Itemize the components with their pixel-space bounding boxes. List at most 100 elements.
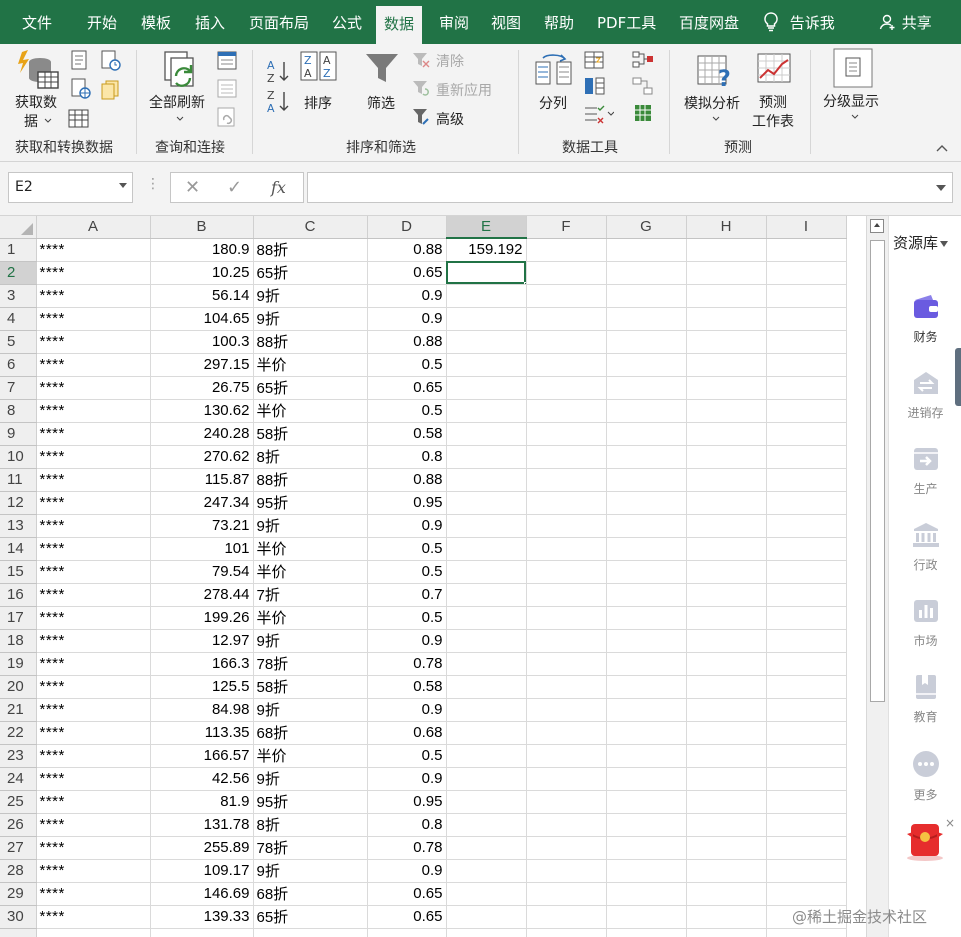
cell[interactable]	[150, 928, 254, 937]
vertical-scrollbar[interactable]	[866, 216, 888, 937]
relationships-icon[interactable]	[632, 76, 654, 96]
cell-d[interactable]: 0.5	[367, 560, 447, 584]
cell-h[interactable]	[686, 238, 767, 262]
cell-b[interactable]: 10.25	[150, 261, 254, 285]
cell-b[interactable]: 79.54	[150, 560, 254, 584]
cell-c[interactable]: 88折	[253, 468, 368, 492]
cell-d[interactable]: 0.95	[367, 790, 447, 814]
collapse-ribbon-icon[interactable]	[935, 142, 949, 156]
cell-g[interactable]	[606, 399, 687, 423]
cell-d[interactable]: 0.9	[367, 767, 447, 791]
cell-a[interactable]: ****	[36, 537, 151, 561]
cell-e[interactable]	[446, 767, 527, 791]
cell-i[interactable]	[766, 468, 847, 492]
cell-a[interactable]: ****	[36, 284, 151, 308]
cell-b[interactable]: 131.78	[150, 813, 254, 837]
cell-g[interactable]	[606, 353, 687, 377]
cell-d[interactable]: 0.9	[367, 307, 447, 331]
properties-icon[interactable]	[216, 78, 238, 100]
cell-b[interactable]: 84.98	[150, 698, 254, 722]
cell-f[interactable]	[526, 468, 607, 492]
row-header[interactable]: 30	[0, 905, 37, 929]
from-table-icon[interactable]	[68, 108, 90, 130]
cell-f[interactable]	[526, 376, 607, 400]
tell-me-search[interactable]: 告诉我	[763, 0, 835, 44]
cell-d[interactable]: 0.7	[367, 583, 447, 607]
cell-h[interactable]	[686, 629, 767, 653]
row-header[interactable]: 29	[0, 882, 37, 906]
row-header[interactable]: 3	[0, 284, 37, 308]
row-header[interactable]: 5	[0, 330, 37, 354]
cell-f[interactable]	[526, 491, 607, 515]
row-header[interactable]: 2	[0, 261, 37, 285]
cell-a[interactable]: ****	[36, 261, 151, 285]
library-item-education[interactable]: 教育	[889, 674, 961, 725]
cell-i[interactable]	[766, 813, 847, 837]
flash-fill-icon[interactable]	[584, 50, 606, 70]
library-item-inventory[interactable]: 进销存	[889, 370, 961, 421]
cell-f[interactable]	[526, 560, 607, 584]
cell-b[interactable]: 125.5	[150, 675, 254, 699]
cell-b[interactable]: 109.17	[150, 859, 254, 883]
cell-g[interactable]	[606, 905, 687, 929]
queries-connections-icon[interactable]	[216, 50, 238, 72]
row-header[interactable]: 24	[0, 767, 37, 791]
cell-h[interactable]	[686, 422, 767, 446]
row-header[interactable]: 6	[0, 353, 37, 377]
cell-h[interactable]	[686, 836, 767, 860]
tab-view[interactable]: 视图	[491, 0, 521, 44]
cell-c[interactable]: 7折	[253, 583, 368, 607]
cell-d[interactable]: 0.58	[367, 675, 447, 699]
cell-b[interactable]: 130.62	[150, 399, 254, 423]
cell-f[interactable]	[526, 721, 607, 745]
cell-c[interactable]: 半价	[253, 560, 368, 584]
cell-e[interactable]	[446, 836, 527, 860]
cell-f[interactable]	[526, 583, 607, 607]
cell-e[interactable]	[446, 468, 527, 492]
cell-f[interactable]	[526, 790, 607, 814]
cell-h[interactable]	[686, 813, 767, 837]
cell-d[interactable]: 0.9	[367, 859, 447, 883]
cell-h[interactable]	[686, 606, 767, 630]
cell-g[interactable]	[606, 675, 687, 699]
cell-b[interactable]: 42.56	[150, 767, 254, 791]
cell-i[interactable]	[766, 353, 847, 377]
tab-review[interactable]: 审阅	[439, 0, 469, 44]
cell-h[interactable]	[686, 675, 767, 699]
cell-b[interactable]: 199.26	[150, 606, 254, 630]
select-all-button[interactable]	[0, 216, 37, 239]
cell-h[interactable]	[686, 307, 767, 331]
cell-g[interactable]	[606, 882, 687, 906]
cell-e[interactable]	[446, 284, 527, 308]
consolidate-icon[interactable]	[632, 50, 654, 70]
cell-g[interactable]	[606, 537, 687, 561]
row-header[interactable]: 15	[0, 560, 37, 584]
cell-d[interactable]: 0.9	[367, 514, 447, 538]
tab-baidu-netdisk[interactable]: 百度网盘	[679, 0, 739, 44]
cell-b[interactable]: 240.28	[150, 422, 254, 446]
cell-g[interactable]	[606, 698, 687, 722]
cell-i[interactable]	[766, 767, 847, 791]
cell-i[interactable]	[766, 238, 847, 262]
column-header-h[interactable]: H	[686, 216, 767, 239]
cell-e[interactable]	[446, 353, 527, 377]
close-icon[interactable]: ×	[945, 816, 955, 830]
cell[interactable]	[36, 928, 151, 937]
from-web-icon[interactable]	[70, 78, 92, 100]
cell-b[interactable]: 146.69	[150, 882, 254, 906]
cell-c[interactable]: 8折	[253, 813, 368, 837]
cell-e[interactable]	[446, 514, 527, 538]
row-header[interactable]: 18	[0, 629, 37, 653]
cell-a[interactable]: ****	[36, 399, 151, 423]
row-header[interactable]: 21	[0, 698, 37, 722]
cell-b[interactable]: 166.3	[150, 652, 254, 676]
cell-d[interactable]: 0.65	[367, 376, 447, 400]
cell-c[interactable]: 65折	[253, 905, 368, 929]
cell-c[interactable]: 9折	[253, 767, 368, 791]
fill-handle[interactable]	[523, 281, 525, 283]
cell-i[interactable]	[766, 307, 847, 331]
cell-i[interactable]	[766, 836, 847, 860]
cell-f[interactable]	[526, 284, 607, 308]
library-item-finance[interactable]: 财务	[889, 294, 961, 345]
cell-a[interactable]: ****	[36, 560, 151, 584]
